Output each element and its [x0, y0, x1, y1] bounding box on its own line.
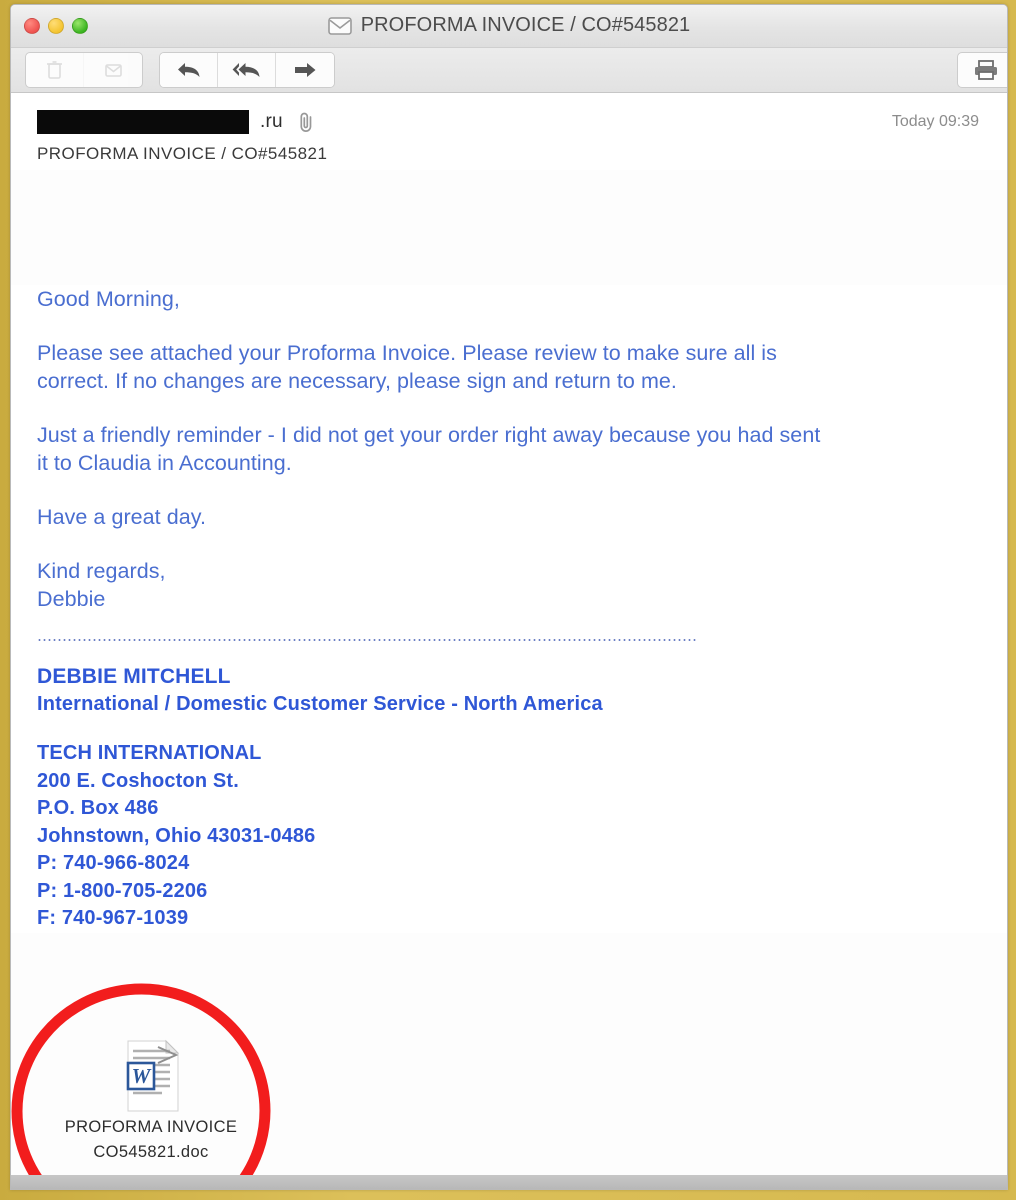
title-bar: PROFORMA INVOICE / CO#545821 [11, 5, 1007, 48]
body-paragraph-invoice: Please see attached your Proforma Invoic… [37, 341, 777, 393]
attachment-icon-wrap: W [53, 1037, 249, 1115]
sender-row: .ru [37, 109, 985, 135]
attachment-name-line-1: PROFORMA INVOICE [64, 1118, 238, 1136]
print-icon [975, 60, 997, 80]
body-paragraph-signoff: Kind regards, Debbie [37, 559, 166, 611]
message-subject: PROFORMA INVOICE / CO#545821 [37, 144, 328, 163]
forward-button[interactable] [276, 53, 334, 87]
signature-address-street: 200 E. Coshocton St. [37, 769, 239, 792]
signature-address-city: Johnstown, Ohio 43031-0486 [37, 824, 316, 847]
junk-icon [104, 64, 122, 77]
reply-all-button[interactable] [218, 53, 276, 87]
sender-redaction-bar [37, 110, 249, 134]
message-body: Good Morning, Please see attached your P… [11, 285, 1007, 933]
signature-name: DEBBIE MITCHELL [37, 665, 231, 688]
envelope-icon [327, 16, 352, 35]
message-header: .ru Today 09:39 PROFORMA INVOICE / CO#54… [11, 93, 1007, 170]
signature-role: International / Domestic Customer Servic… [37, 692, 603, 715]
signature-fax: F: 740-967-1039 [37, 907, 189, 929]
reply-button[interactable] [160, 53, 218, 87]
signature-identity: DEBBIE MITCHELL International / Domestic… [37, 663, 981, 718]
paperclip-icon[interactable] [297, 111, 315, 133]
signature-divider [37, 639, 697, 641]
signature-company: TECH INTERNATIONAL [37, 742, 262, 764]
reply-icon [177, 63, 199, 77]
screenshot-root: PROFORMA INVOICE / CO#545821 .ru Today 0… [0, 0, 1016, 1200]
junk-button[interactable] [84, 53, 142, 87]
window-bottom-edge [11, 1175, 1007, 1189]
signature-address-pobox: P.O. Box 486 [37, 797, 159, 819]
delete-button[interactable] [26, 53, 84, 87]
body-paragraph-reminder: Just a friendly reminder - I did not get… [37, 423, 821, 475]
mail-window: PROFORMA INVOICE / CO#545821 .ru Today 0… [10, 4, 1008, 1190]
window-title-text: PROFORMA INVOICE / CO#545821 [360, 14, 691, 36]
signature-phone-tollfree: P: 1-800-705-2206 [37, 879, 208, 902]
toolbar [11, 48, 1007, 93]
delete-icon [47, 61, 62, 79]
svg-text:W: W [132, 1064, 152, 1088]
toolbar-group-respond [159, 52, 335, 88]
reply-all-icon [232, 63, 259, 77]
forward-icon [295, 63, 316, 77]
toolbar-group-manage [25, 52, 143, 88]
signature-phone-primary: P: 740-966-8024 [37, 852, 190, 874]
attachment-name-line-2: CO545821.doc [93, 1143, 209, 1161]
window-title: PROFORMA INVOICE / CO#545821 [11, 14, 1007, 37]
print-button[interactable] [957, 52, 1007, 88]
signature-company-block: TECH INTERNATIONAL 200 E. Coshocton St. … [37, 740, 981, 933]
word-doc-icon: W [126, 1039, 180, 1112]
message-timestamp: Today 09:39 [891, 113, 979, 130]
attachment-item[interactable]: W PROFORMA INVOICE CO545821.doc [53, 1037, 249, 1165]
body-paragraph-closing: Have a great day. [37, 505, 206, 529]
body-paragraph-greeting: Good Morning, [37, 287, 180, 311]
sender-domain: .ru [260, 111, 283, 132]
